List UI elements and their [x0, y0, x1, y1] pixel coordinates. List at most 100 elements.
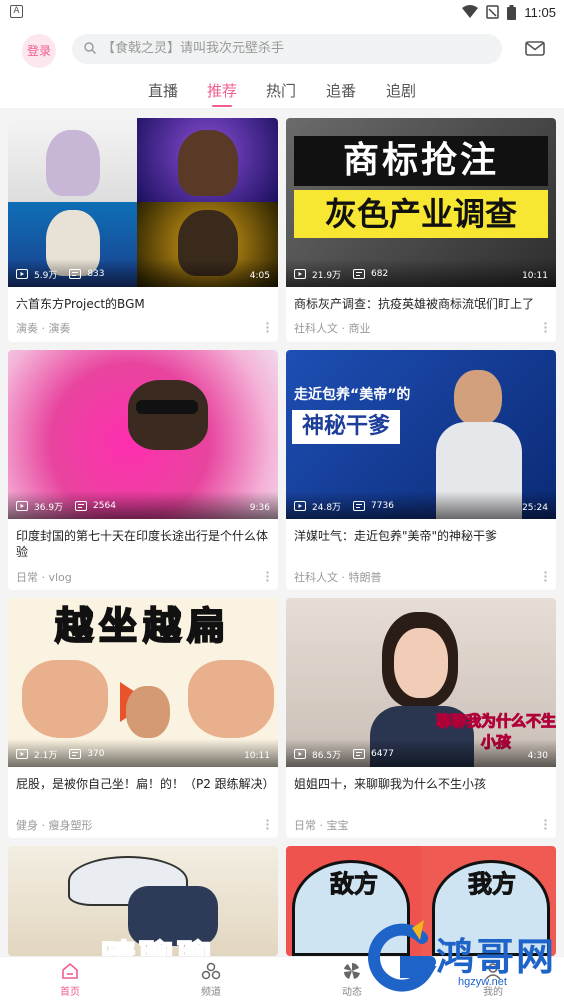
video-category[interactable]: 健身 · 瘦身塑形 [16, 817, 93, 833]
video-category[interactable]: 演奏 · 演奏 [16, 320, 71, 336]
video-title[interactable]: 六首东方Project的BGM [16, 296, 270, 312]
video-card[interactable]: 5.9万 833 4:05 六首东方Project的BGM 演奏 · 演奏 [8, 118, 278, 342]
danmaku-count: 6477 [371, 749, 394, 759]
video-thumbnail[interactable]: 商标抢注 灰色产业调查 21.9万 682 10:11 [286, 118, 556, 287]
video-card[interactable]: 36.9万 2564 9:36 印度封国的第七十天在印度长途出行是个什么体验 日… [8, 350, 278, 590]
video-duration: 25:24 [522, 503, 548, 513]
watermark-brand: 鸿哥网 [436, 935, 557, 979]
nav-label: 动态 [342, 987, 362, 998]
tab-drama[interactable]: 追剧 [386, 80, 416, 101]
thumbnail-caption: 晴聊聊 [48, 930, 268, 956]
dynamic-icon [344, 963, 360, 979]
video-category[interactable]: 社科人文 · 商业 [294, 320, 371, 336]
notification-app-icon: A [10, 5, 23, 18]
channel-tabs: 直播 推荐 热门 追番 追剧 [0, 76, 564, 108]
play-count-icon [294, 269, 306, 279]
video-card[interactable]: 聊聊我为什么不生小孩 86.5万 6477 4:30 姐姐四十，来聊聊我为什么不… [286, 598, 556, 838]
more-options-icon[interactable] [544, 322, 547, 333]
search-input[interactable]: 【食戟之灵】请叫我次元壁杀手 [72, 34, 502, 64]
danmaku-icon [69, 749, 82, 759]
thumbnail-caption: 敌方 [330, 870, 379, 899]
video-duration: 4:05 [249, 271, 270, 281]
thumbnail-caption: 神秘干爹 [301, 414, 390, 439]
wifi-icon [462, 5, 479, 18]
danmaku-count: 370 [87, 749, 105, 759]
more-options-icon[interactable] [544, 571, 547, 582]
video-category[interactable]: 社科人文 · 特朗普 [294, 569, 382, 585]
video-title[interactable]: 洋媒吐气：走近包养"美帝"的神秘干爹 [294, 528, 548, 544]
no-sim-icon [486, 5, 500, 19]
more-options-icon[interactable] [266, 322, 269, 333]
thumbnail-caption: 商标抢注 [342, 140, 499, 181]
more-options-icon[interactable] [266, 819, 269, 830]
video-card[interactable]: 走近包养“美帝”的 神秘干爹 24.8万 7736 25:24 洋媒吐气：走近包… [286, 350, 556, 590]
video-title[interactable]: 印度封国的第七十天在印度长途出行是个什么体验 [16, 528, 270, 560]
danmaku-icon [353, 269, 366, 279]
video-thumbnail[interactable]: 36.9万 2564 9:36 [8, 350, 278, 519]
video-card[interactable]: 商标抢注 灰色产业调查 21.9万 682 10:11 商标灰产调查：抗疫英雄被… [286, 118, 556, 342]
danmaku-count: 2564 [93, 501, 116, 511]
tab-hot[interactable]: 热门 [266, 80, 296, 101]
watermark-url: hgzyw.net [458, 976, 507, 988]
tab-recommend[interactable]: 推荐 [207, 80, 237, 101]
play-count-icon [16, 269, 28, 279]
danmaku-icon [75, 501, 88, 511]
nav-channel[interactable]: 频道 [181, 961, 241, 998]
danmaku-count: 682 [371, 269, 389, 279]
video-duration: 9:36 [249, 503, 270, 513]
video-category[interactable]: 日常 · 宝宝 [294, 817, 349, 833]
more-options-icon[interactable] [266, 571, 269, 582]
thumbnail-caption: 我方 [468, 870, 517, 899]
video-thumbnail[interactable]: 越坐越扁 2.1万 370 10:11 [8, 598, 278, 767]
video-duration: 10:11 [522, 271, 548, 281]
play-count-icon [16, 501, 28, 511]
video-thumbnail[interactable]: 晴聊聊 [8, 846, 278, 956]
video-title[interactable]: 商标灰产调查：抗疫英雄被商标流氓们盯上了 [294, 296, 548, 312]
video-category[interactable]: 日常 · vlog [16, 569, 72, 585]
watermark-logo [368, 920, 437, 992]
view-count: 86.5万 [312, 750, 342, 761]
thumbnail-caption: 越坐越扁 [54, 603, 231, 649]
login-button[interactable]: 登录 [22, 34, 56, 68]
nav-home[interactable]: 首页 [40, 961, 100, 998]
more-options-icon[interactable] [544, 819, 547, 830]
video-card[interactable]: 越坐越扁 2.1万 370 10:11 屁股，是被你自己坐！扁！的！（P2 跟练… [8, 598, 278, 838]
video-duration: 10:11 [244, 751, 270, 761]
home-icon [62, 962, 78, 979]
site-watermark: 鸿哥网 hgzyw.net [362, 920, 562, 998]
video-card[interactable]: 晴聊聊 [8, 846, 278, 956]
view-count: 24.8万 [312, 502, 342, 513]
danmaku-icon [353, 501, 366, 511]
view-count: 21.9万 [312, 270, 342, 281]
thumbnail-caption: 走近包养“美帝”的 [294, 387, 411, 403]
clock: 11:05 [524, 4, 556, 20]
mail-icon[interactable] [525, 41, 545, 56]
active-tab-indicator [212, 105, 232, 107]
search-icon [84, 42, 96, 54]
tab-live[interactable]: 直播 [148, 80, 178, 101]
video-thumbnail[interactable]: 聊聊我为什么不生小孩 86.5万 6477 4:30 [286, 598, 556, 767]
video-duration: 4:30 [527, 751, 548, 761]
danmaku-icon [353, 749, 366, 759]
tab-anime[interactable]: 追番 [326, 80, 356, 101]
thumbnail-caption: 灰色产业调查 [324, 195, 517, 233]
danmaku-count: 7736 [371, 501, 394, 511]
status-icons: 11:05 [462, 3, 556, 21]
video-title[interactable]: 姐姐四十，来聊聊我为什么不生小孩 [294, 776, 548, 792]
nav-label: 频道 [201, 987, 221, 998]
play-count-icon [294, 501, 306, 511]
channel-icon [201, 962, 221, 980]
status-bar: A 11:05 [0, 0, 564, 24]
top-header: 登录 【食戟之灵】请叫我次元壁杀手 直播 推荐 热门 追番 追剧 [0, 24, 564, 108]
danmaku-icon [69, 269, 82, 279]
battery-icon [507, 4, 517, 20]
nav-label: 首页 [60, 987, 80, 998]
video-thumbnail[interactable]: 5.9万 833 4:05 [8, 118, 278, 287]
play-count-icon [16, 749, 28, 759]
play-count-icon [294, 749, 306, 759]
video-title[interactable]: 屁股，是被你自己坐！扁！的！（P2 跟练解决） [16, 776, 275, 792]
view-count: 5.9万 [34, 270, 58, 281]
video-thumbnail[interactable]: 走近包养“美帝”的 神秘干爹 24.8万 7736 25:24 [286, 350, 556, 519]
danmaku-count: 833 [87, 269, 105, 279]
view-count: 36.9万 [34, 502, 64, 513]
